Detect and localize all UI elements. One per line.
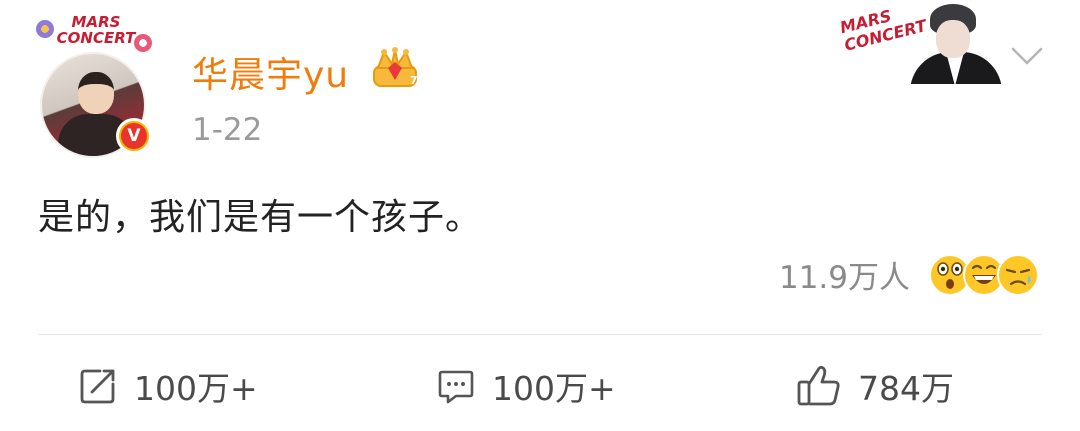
like-count: 784万 — [858, 369, 954, 408]
repost-count: 100万+ — [134, 369, 258, 408]
svg-text:7: 7 — [410, 74, 418, 87]
reactions-summary[interactable]: 11.9万人 — [779, 252, 1040, 297]
reaction-count: 11.9万人 — [778, 260, 910, 296]
post-timestamp: 1-22 — [192, 112, 263, 148]
flower-decoration — [36, 20, 54, 38]
sad-emoji-icon — [997, 253, 1039, 296]
badge-portrait — [908, 0, 1004, 84]
flower-decoration — [134, 34, 152, 52]
chevron-down-icon[interactable] — [1010, 44, 1044, 68]
verified-letter: V — [121, 123, 147, 149]
repost-button[interactable]: 100万+ — [78, 358, 258, 414]
header-badge[interactable]: MARS CONCERT — [838, 0, 1014, 84]
avatar-face — [78, 72, 114, 114]
comment-icon — [438, 370, 474, 404]
repost-icon — [80, 369, 115, 404]
user-avatar[interactable]: MARS CONCERT V — [36, 14, 156, 158]
post-text: 是的，我们是有一个孩子。 — [38, 197, 483, 238]
username[interactable]: 华晨宇yu — [192, 46, 349, 98]
thumbs-up-icon — [797, 365, 840, 406]
comment-button[interactable]: 100万+ — [436, 358, 616, 414]
verified-badge-icon: V — [116, 118, 152, 154]
crown-icon: 7 — [373, 47, 418, 87]
like-button[interactable]: 784万 — [796, 358, 954, 414]
comment-count: 100万+ — [492, 369, 616, 408]
divider — [38, 334, 1042, 335]
action-bar: 100万+ 100万+ 784万 — [0, 358, 1080, 414]
